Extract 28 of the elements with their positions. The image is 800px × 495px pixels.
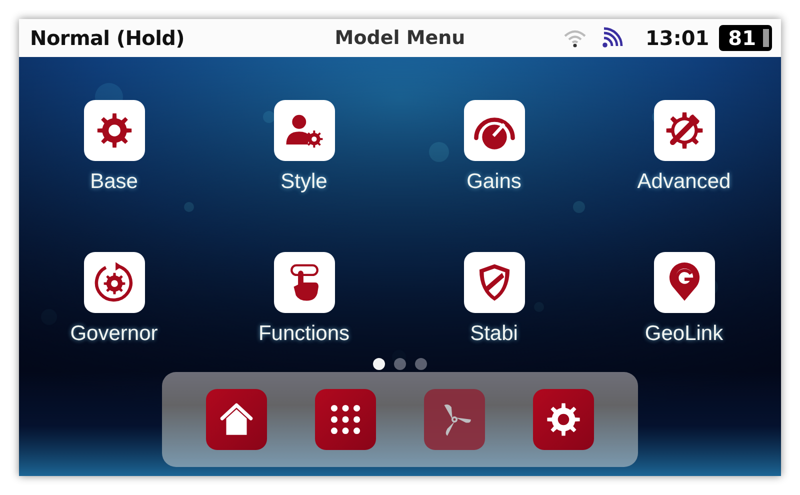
app-label: GeoLink [644, 322, 724, 346]
flight-mode-label: Normal (Hold) [30, 26, 185, 50]
app-button[interactable] [274, 252, 334, 313]
home-button[interactable] [206, 389, 267, 450]
screen-title: Model Menu [334, 27, 466, 49]
app-label: Advanced [637, 170, 731, 194]
app-label: Stabi [470, 322, 518, 346]
app-button[interactable] [84, 252, 144, 313]
clock-time: 13:01 [645, 26, 710, 50]
app-button[interactable] [464, 100, 524, 161]
app-label: Governor [70, 322, 158, 346]
cycle-gear-icon [92, 261, 136, 304]
page-indicator-dot[interactable] [394, 358, 406, 370]
app-label: Functions [258, 322, 350, 346]
apps-button[interactable] [315, 389, 376, 450]
page-indicator-dot[interactable] [415, 358, 427, 370]
app-button[interactable] [654, 252, 714, 313]
signal-icon [601, 27, 624, 49]
app-button[interactable] [274, 100, 334, 161]
app-button[interactable] [464, 252, 524, 313]
wifi-icon [563, 28, 588, 48]
battery-indicator: 81 [719, 25, 772, 51]
app-label: Base [90, 170, 138, 194]
app-button[interactable] [84, 100, 144, 161]
app-label: Gains [466, 170, 522, 194]
app-label: Style [280, 170, 328, 194]
settings-button[interactable] [533, 389, 594, 450]
app-button[interactable] [654, 100, 714, 161]
